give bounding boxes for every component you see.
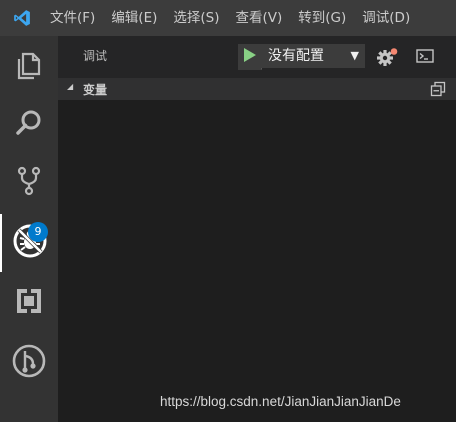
source-control-icon — [13, 165, 45, 201]
collapse-all-icon[interactable] — [430, 81, 446, 97]
section-title-variables: 变量 — [83, 83, 108, 97]
open-launch-json-button[interactable] — [376, 47, 398, 67]
source-control-badge: 9 — [28, 222, 48, 242]
debug-console-icon — [416, 49, 434, 68]
files-icon — [14, 50, 44, 84]
activity-git-graph[interactable] — [0, 334, 58, 392]
extensions-icon — [13, 285, 45, 321]
gear-icon — [376, 48, 398, 71]
variables-tree — [58, 100, 456, 422]
config-selected-label: 没有配置 — [268, 48, 324, 64]
launch-config-select[interactable]: 没有配置 ▼ — [261, 44, 365, 68]
debug-sidebar: 调试 没有配置 ▼ ◢ 变量 — [58, 36, 456, 422]
start-debugging-button[interactable] — [238, 44, 262, 70]
watermark-text: https://blog.csdn.net/JianJianJianJianDe — [160, 394, 401, 409]
variables-section-header[interactable]: ◢ 变量 — [58, 78, 456, 100]
activity-explorer[interactable] — [0, 38, 58, 96]
activity-search[interactable] — [0, 96, 58, 154]
search-icon — [13, 107, 45, 143]
open-debug-console-button[interactable] — [416, 48, 434, 64]
menu-view[interactable]: 查看(V) — [228, 0, 291, 36]
menu-edit[interactable]: 编辑(E) — [103, 0, 165, 36]
menu-bar: 文件(F) 编辑(E) 选择(S) 查看(V) 转到(G) 调试(D) — [0, 0, 456, 36]
activity-debug[interactable] — [0, 214, 58, 272]
activity-extensions[interactable] — [0, 274, 58, 332]
menu-selection[interactable]: 选择(S) — [165, 0, 227, 36]
vscode-logo-icon — [8, 0, 36, 36]
debug-toolbar: 调试 没有配置 ▼ — [58, 36, 456, 76]
activity-source-control[interactable] — [0, 154, 58, 212]
vscode-window: 文件(F) 编辑(E) 选择(S) 查看(V) 转到(G) 调试(D) 9 调试… — [0, 0, 456, 422]
menu-go[interactable]: 转到(G) — [290, 0, 354, 36]
panel-title: 调试 — [83, 49, 108, 63]
chevron-down-icon: ▼ — [350, 49, 359, 62]
git-graph-icon — [11, 343, 47, 383]
activity-bar: 9 — [0, 36, 58, 422]
play-icon — [243, 47, 257, 67]
menu-debug[interactable]: 调试(D) — [354, 0, 418, 36]
expanded-triangle-icon: ◢ — [67, 82, 74, 91]
menu-file[interactable]: 文件(F) — [42, 0, 103, 36]
